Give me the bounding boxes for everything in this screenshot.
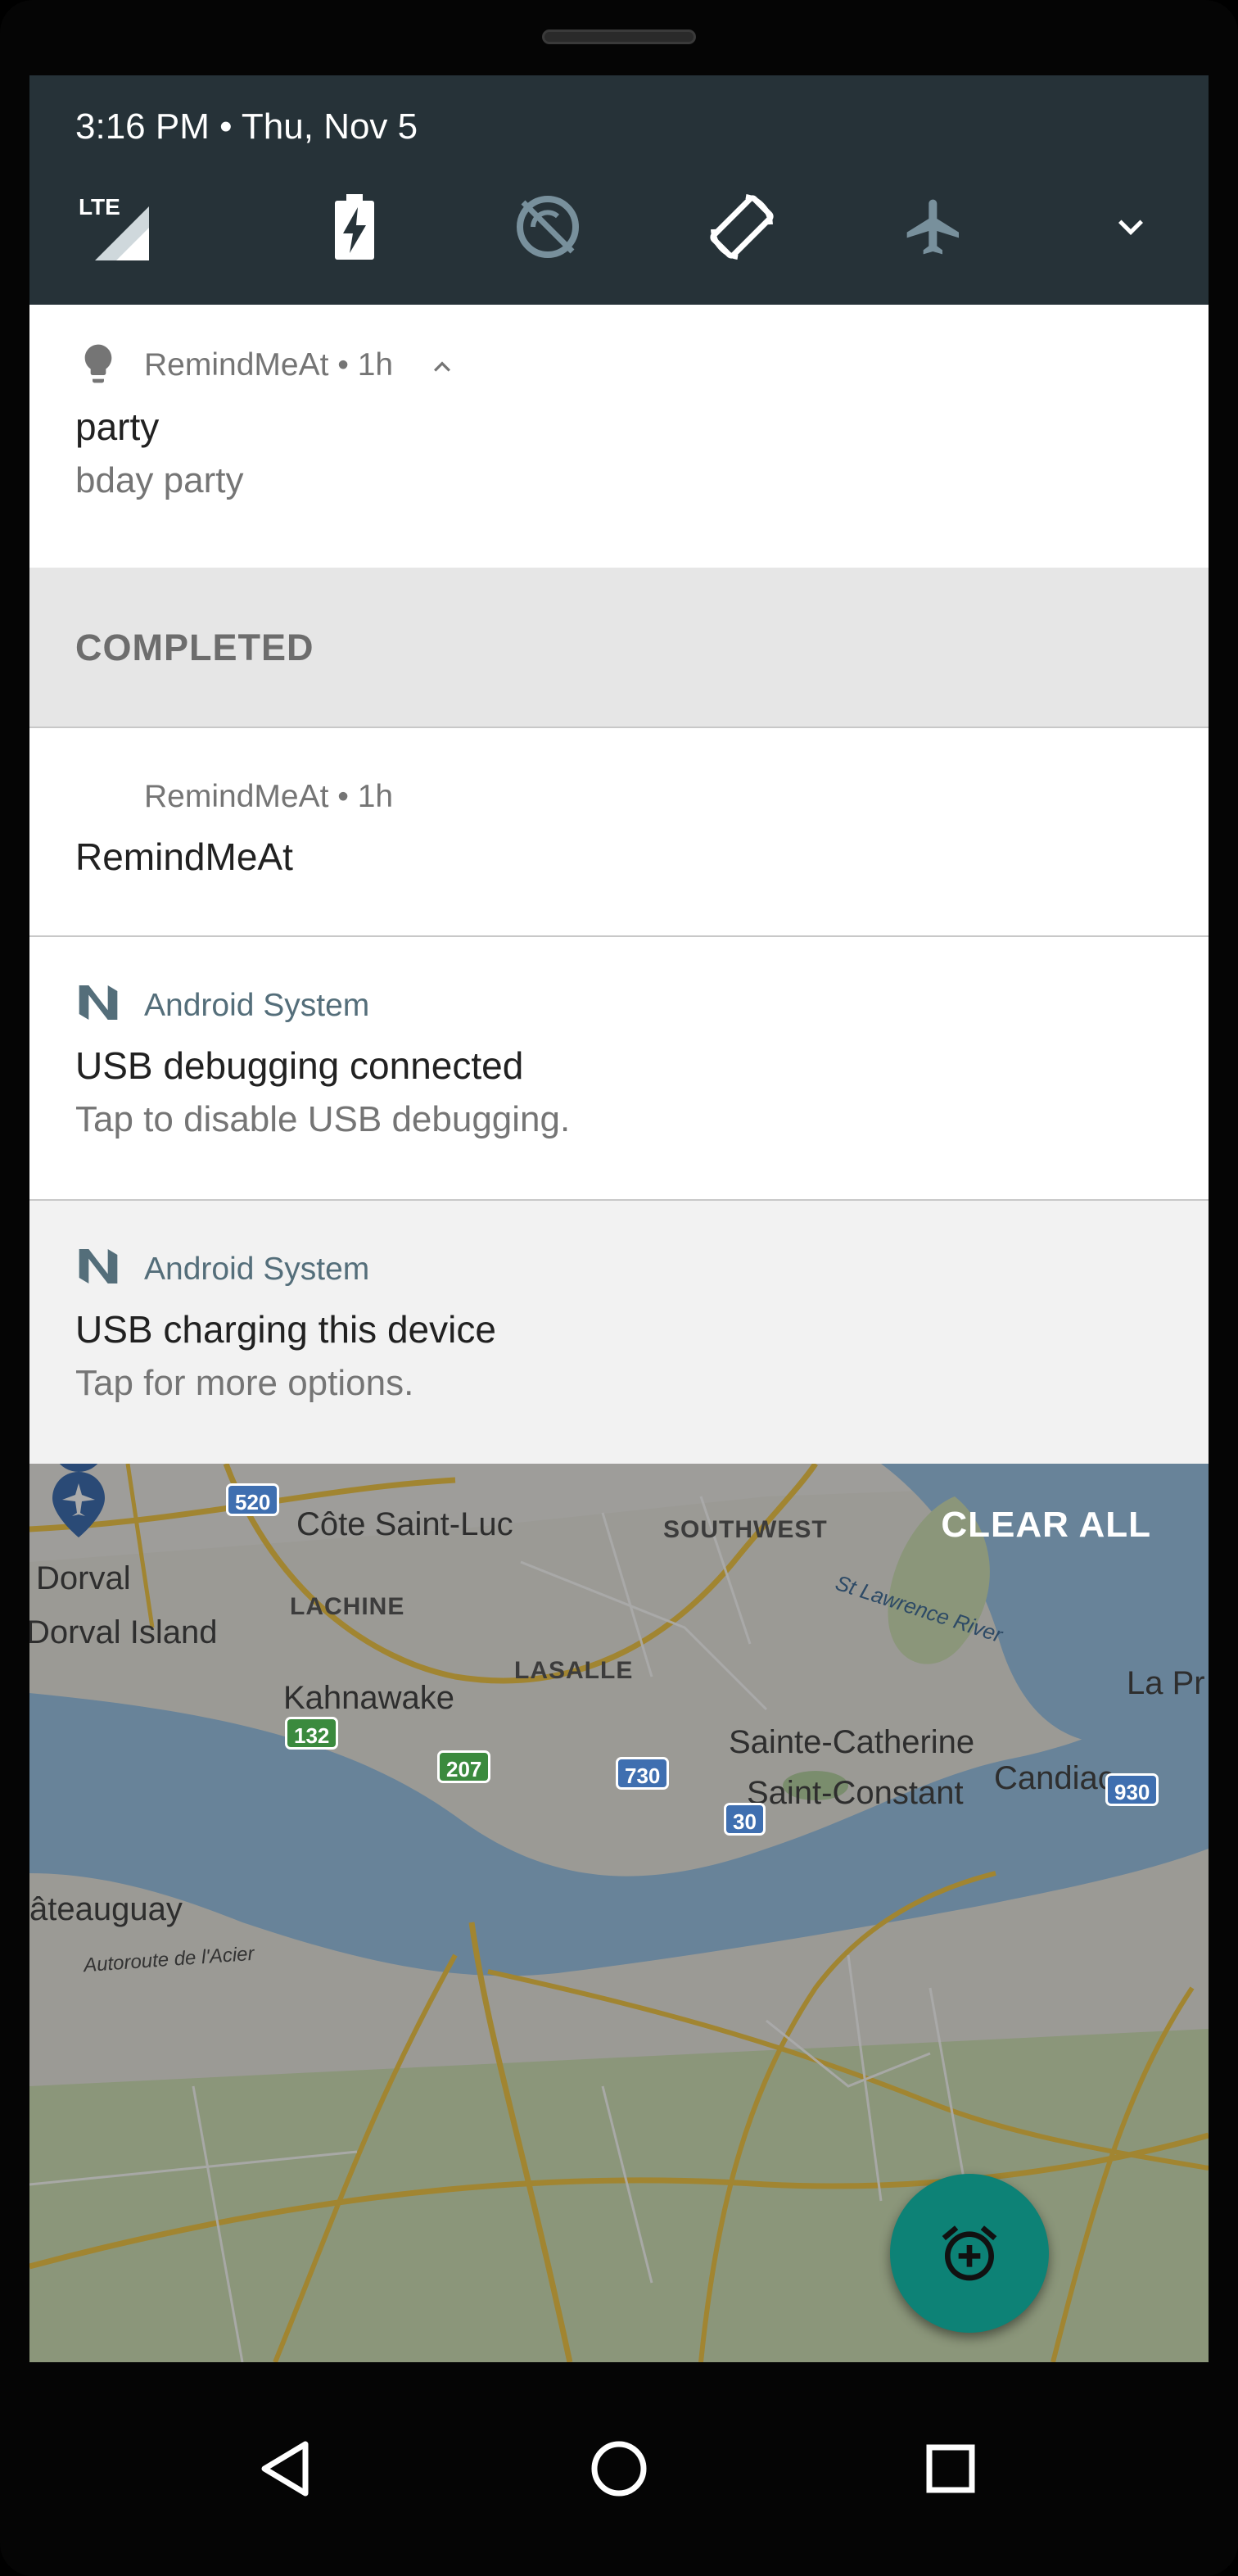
notification-title: USB debugging connected: [75, 1044, 524, 1087]
quick-settings-panel: 3:16 PM • Thu, Nov 5 LTE: [29, 75, 1209, 305]
notification-title: RemindMeAt: [75, 835, 293, 878]
expand-icon[interactable]: [1094, 190, 1168, 264]
highway-shield: 30: [724, 1803, 766, 1836]
notification-title: USB charging this device: [75, 1308, 496, 1351]
highway-shield: 930: [1105, 1773, 1159, 1806]
highway-shield: 207: [437, 1750, 491, 1783]
completed-section-header: COMPLETED: [29, 568, 1209, 728]
svg-text:LTE: LTE: [79, 194, 120, 220]
back-icon: [261, 2441, 309, 2497]
map-label: LACHINE: [290, 1593, 405, 1620]
map-label: Kahnawake: [283, 1680, 455, 1716]
map-label: Dorval Island: [29, 1614, 218, 1650]
android-n-icon: [79, 1249, 118, 1283]
android-n-icon: [79, 985, 118, 1020]
screen: Côte Saint-Luc SOUTHWEST Dorval LACHINE …: [29, 75, 1209, 2362]
map-label: Côte Saint-Luc: [296, 1506, 513, 1542]
highway-shield: 520: [226, 1483, 280, 1516]
map-label: Sainte-Catherine: [729, 1724, 975, 1760]
section-label: COMPLETED: [75, 627, 314, 668]
battery-charging-icon[interactable]: [318, 190, 391, 264]
map-label: Candiac: [994, 1760, 1114, 1796]
notification-text: bday party: [75, 460, 244, 500]
notification-header: Android System: [144, 988, 370, 1023]
notification-usb-charging[interactable]: Android System USB charging this device …: [29, 1201, 1209, 1464]
map-label: Dorval: [36, 1560, 131, 1596]
highway-shield: 730: [616, 1757, 670, 1790]
notification-header: Android System: [144, 1252, 370, 1287]
notification-usb-debugging[interactable]: Android System USB debugging connected T…: [29, 937, 1209, 1199]
notification-remindmeat-party[interactable]: RemindMeAt • 1h party bday party: [29, 305, 1209, 568]
map-label: LASALLE: [514, 1657, 634, 1684]
home-icon: [591, 2441, 647, 2497]
notification-header: RemindMeAt • 1h: [144, 779, 394, 814]
lte-signal-icon[interactable]: LTE: [79, 190, 152, 264]
map-label: Saint-Constant: [747, 1775, 964, 1811]
recents-icon: [926, 2444, 975, 2493]
highway-shield: 132: [285, 1717, 339, 1750]
lightbulb-icon: [84, 344, 112, 383]
map-label: âteauguay: [29, 1891, 183, 1927]
notification-text: Tap to disable USB debugging.: [75, 1099, 571, 1139]
map-label: SOUTHWEST: [663, 1516, 828, 1543]
status-time-date: 3:16 PM • Thu, Nov 5: [75, 106, 418, 147]
add-alarm-icon: [942, 2225, 997, 2281]
map-label: La Pr: [1127, 1665, 1205, 1701]
data-saver-icon[interactable]: [511, 190, 585, 264]
navigation-bar: [0, 2362, 1238, 2576]
notification-header: RemindMeAt • 1h: [144, 347, 394, 383]
back-button[interactable]: [242, 2424, 332, 2514]
earpiece-speaker: [542, 29, 696, 44]
phone-frame: Côte Saint-Luc SOUTHWEST Dorval LACHINE …: [0, 0, 1238, 2576]
airplane-mode-icon[interactable]: [897, 190, 971, 264]
clear-all-button[interactable]: CLEAR ALL: [941, 1505, 1151, 1546]
home-button[interactable]: [574, 2424, 664, 2514]
notification-title: party: [75, 405, 160, 448]
add-alarm-button[interactable]: [890, 2174, 1049, 2333]
auto-rotate-icon[interactable]: [705, 190, 779, 264]
notification-text: Tap for more options.: [75, 1363, 414, 1403]
recents-button[interactable]: [906, 2424, 996, 2514]
collapse-chevron-icon[interactable]: [426, 351, 459, 383]
